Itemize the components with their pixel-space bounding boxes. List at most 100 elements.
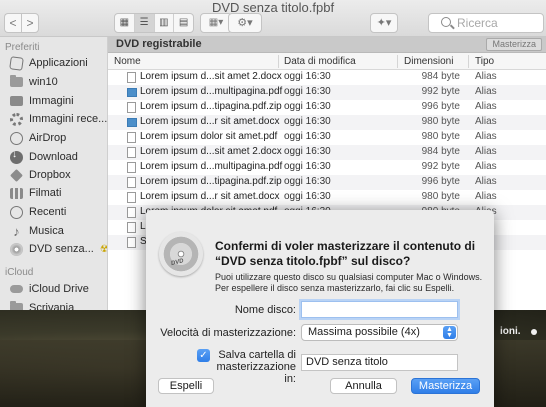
airdrop-icon [10,131,23,145]
column-header-date[interactable]: Data di modifica [284,56,356,67]
sidebar-item-label: DVD senza... [29,243,94,255]
file-row[interactable]: Lorem ipsum d...sit amet 2.docx oggi 16:3… [108,70,546,85]
sidebar-item-movies[interactable]: Filmati [10,184,61,202]
document-alias-icon [127,147,136,158]
disc-name-label: Nome disco: [234,304,296,316]
file-kind: Alias [475,71,497,82]
column-view-icon[interactable]: ▥ [155,14,175,32]
download-icon [10,149,23,164]
folder-icon [10,75,23,87]
file-name: Lorem ipsum d...tipagina.pdf.zip [140,101,282,112]
file-kind: Alias [475,131,497,142]
burn-button[interactable]: Masterizza [411,378,480,394]
file-row[interactable]: Lorem ipsum d...multipagina.pdf oggi 16:3… [108,160,546,175]
list-view-icon[interactable]: ☰ [134,14,155,32]
cancel-button[interactable]: Annulla [330,378,397,394]
file-date: oggi 16:30 [284,161,331,172]
dropbox-share-icon[interactable]: ✦▾ [370,13,398,33]
file-row[interactable]: Lorem ipsum d...tipagina.pdf.zip oggi 16:… [108,100,546,115]
file-size: 996 byte [421,176,460,187]
sidebar-item-dvd[interactable]: DVD senza... ☢ [10,240,107,258]
file-size: 980 byte [421,131,460,142]
column-divider[interactable] [278,55,279,68]
sidebar-item-label: Filmati [29,187,62,199]
disc-name-field[interactable] [301,301,458,318]
dialog-title: Confermi di voler masterizzare il conten… [215,239,476,268]
sidebar-item-label: Immagini [29,95,74,107]
document-alias-icon [127,132,136,143]
burn-radiation-icon[interactable]: ☢ [100,244,107,255]
dropbox-icon [10,168,23,182]
gallery-view-icon[interactable]: ▤ [174,14,193,32]
music-icon: ♪ [13,223,20,239]
sidebar-item-label: Musica [29,225,64,237]
dvd-disc-icon: DVD [159,232,203,276]
search-input[interactable]: Ricerca [428,13,544,33]
speed-select[interactable]: Massima possibile (4x) ▲ ▼ [301,324,458,341]
file-name: Lorem ipsum d...multipagina.pdf [140,161,283,172]
movies-icon [10,187,23,199]
action-gear-icon[interactable]: ⚙▾ [228,13,262,33]
document-alias-icon [127,162,136,173]
sidebar-item-music[interactable]: ♪ Musica [10,222,64,240]
save-folder-label: Salva cartella di masterizzazione in: [216,349,296,385]
file-row[interactable]: Lorem ipsum d...multipagina.pdf oggi 16:3… [108,85,546,100]
file-row[interactable]: Lorem ipsum dolor sit amet.pdf oggi 16:30… [108,130,546,145]
column-divider[interactable] [397,55,398,68]
sidebar-item-label: iCloud Drive [29,283,89,295]
sidebar-header-favorites: Preferiti [5,42,40,53]
file-size: 984 byte [421,71,460,82]
file-row[interactable]: Lorem ipsum d...r sit amet.docx oggi 16:3… [108,115,546,130]
sidebar-item-dropbox[interactable]: Dropbox [10,166,71,184]
save-folder-checkbox[interactable]: ✓ [197,349,210,362]
file-row[interactable]: Lorem ipsum d...r sit amet.docx oggi 16:3… [108,190,546,205]
sidebar-item-recents[interactable]: Recenti [10,203,66,221]
file-kind: Alias [475,86,497,97]
folder-alias-icon [127,118,137,127]
sidebar-item-airdrop[interactable]: AirDrop [10,129,66,147]
desktop-dot-icon [531,329,537,335]
back-button[interactable]: < [4,13,21,33]
sidebar-header-icloud: iCloud [5,267,34,278]
sidebar-item-label: Scrivania [29,302,75,310]
save-folder-field[interactable]: DVD senza titolo [301,354,458,371]
forward-button[interactable]: > [21,13,39,33]
file-size: 980 byte [421,116,460,127]
file-size: 980 byte [421,191,460,202]
sidebar-item-download[interactable]: Download [10,148,78,166]
file-kind: Alias [475,101,497,112]
search-icon [441,17,451,27]
cloud-icon [10,285,23,293]
document-alias-icon [127,192,136,203]
file-row[interactable]: Lorem ipsum d...sit amet 2.docx oggi 16:3… [108,145,546,160]
file-kind: Alias [475,146,497,157]
sidebar-item-recent-pictures[interactable]: Immagini rece... [10,110,107,128]
applications-icon [9,55,24,71]
sidebar-item-icloud-drive[interactable]: iCloud Drive [10,280,89,298]
file-name: Lorem ipsum dolor sit amet.pdf [140,131,278,142]
document-alias-icon [127,72,136,83]
speed-select-value: Massima possibile (4x) [308,326,420,338]
document-alias-icon [127,237,136,248]
column-header-size[interactable]: Dimensioni [404,56,453,67]
eject-button[interactable]: Espelli [158,378,214,394]
burn-dialog: DVD Confermi di voler masterizzare il co… [146,210,494,407]
recent-pictures-icon [10,112,23,126]
icon-view-icon[interactable]: ▦ [115,14,135,32]
file-name: Lorem ipsum d...sit amet 2.docx [140,146,282,157]
column-divider[interactable] [468,55,469,68]
file-date: oggi 16:30 [284,191,331,202]
sidebar-item-win10[interactable]: win10 [10,73,58,91]
sidebar-item-label: Download [29,151,78,163]
desktop-icon [10,301,23,310]
sidebar-item-desktop[interactable]: Scrivania [10,299,74,310]
column-header-kind[interactable]: Tipo [475,56,494,67]
file-kind: Alias [475,176,497,187]
column-header-name[interactable]: Nome [114,56,141,67]
sidebar-item-applications[interactable]: Applicazioni [9,54,88,72]
file-row[interactable]: Lorem ipsum d...tipagina.pdf.zip oggi 16:… [108,175,546,190]
sidebar-item-pictures[interactable]: Immagini [10,92,74,110]
burn-bar: DVD registrabile Masterizza [108,37,546,53]
burn-bar-button[interactable]: Masterizza [486,38,542,51]
file-size: 992 byte [421,161,460,172]
